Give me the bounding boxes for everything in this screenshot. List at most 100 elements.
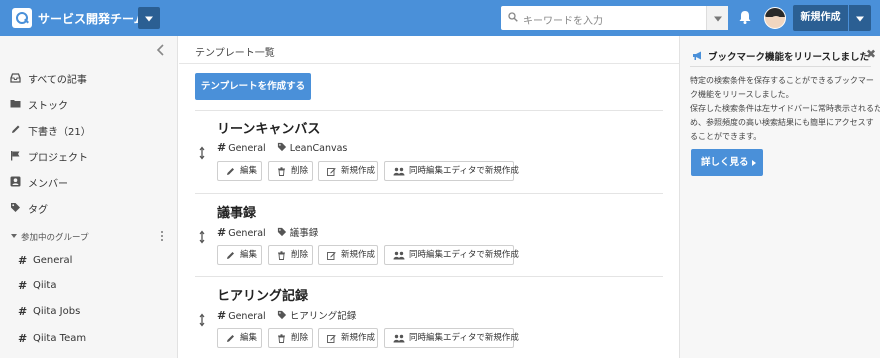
hash-icon: # (217, 141, 227, 154)
sidebar-group-qiita-team[interactable]: # Qiita Team (18, 332, 168, 348)
sidebar-item-tags[interactable]: タグ (10, 200, 170, 216)
pencil-icon (227, 252, 234, 259)
pencil-icon (227, 168, 234, 175)
announcement-panel: ブックマーク機能をリリースしました ✖ 特定の検索条件を保存することができるブッ… (679, 36, 880, 358)
notification-bell-icon[interactable] (737, 9, 753, 25)
template-meta: # General ヒアリング記録 (217, 308, 356, 322)
chevron-down-icon (145, 16, 153, 22)
group-section-header[interactable]: 参加中のグループ (10, 230, 170, 244)
collapse-sidebar-icon[interactable] (156, 44, 166, 56)
sidebar-group-qiita[interactable]: # Qiita (18, 279, 168, 295)
tag-icon (277, 227, 286, 237)
edit-button[interactable]: 編集 (217, 328, 262, 348)
announcement-body: 特定の検索条件を保存することができるブックマー ク機能をリリースしました。 保存… (690, 76, 880, 141)
trash-icon (278, 251, 285, 260)
drag-handle-icon[interactable] (198, 230, 206, 244)
template-title[interactable]: リーンキャンバス (217, 118, 320, 137)
sidebar-item-all-articles[interactable]: すべての記事 (10, 70, 170, 86)
template-meta: # General 議事録 (217, 225, 318, 239)
pencil-icon (12, 125, 20, 133)
template-meta: # General LeanCanvas (217, 141, 347, 155)
group-label: General (33, 255, 73, 266)
drag-handle-icon[interactable] (198, 313, 206, 327)
chevron-right-icon (752, 160, 756, 166)
sidebar-group-general[interactable]: # General (18, 254, 168, 270)
hash-icon: # (18, 279, 28, 292)
divider (690, 66, 871, 67)
more-vertical-icon[interactable] (160, 230, 164, 242)
search-input[interactable]: キーワードを入力 (501, 6, 728, 30)
hash-icon: # (18, 254, 28, 267)
chevron-down-icon (713, 16, 722, 22)
tag-icon (277, 310, 286, 320)
divider (195, 110, 663, 111)
new-from-template-button[interactable]: 新規作成 (318, 161, 378, 181)
create-template-button[interactable]: テンプレートを作成する (195, 73, 311, 100)
group-section-label: 参加中のグループ (21, 233, 89, 243)
template-tag[interactable]: ヒアリング記録 (290, 311, 357, 322)
group-label: Qiita Team (33, 333, 87, 344)
trash-icon (278, 167, 285, 176)
tag-icon (277, 142, 286, 152)
sidebar-item-stock[interactable]: ストック (10, 96, 170, 112)
trash-icon (278, 334, 285, 343)
divider (195, 276, 663, 277)
edit-square-icon (327, 335, 336, 343)
edit-button[interactable]: 編集 (217, 161, 262, 181)
page-title: テンプレート一覧 (195, 48, 275, 59)
chevron-down-icon (856, 16, 864, 22)
sidebar-item-drafts[interactable]: 下書き（21） (10, 122, 170, 138)
template-row: リーンキャンバス # General LeanCanvas 編集 削除 新規作成 … (195, 112, 665, 188)
sidebar: すべての記事 ストック 下書き（21） プロジェクト メンバー タグ 参加中のグ… (0, 36, 178, 358)
edit-button[interactable]: 編集 (217, 245, 262, 265)
users-icon (393, 334, 405, 343)
coedit-new-button[interactable]: 同時編集エディタで新規作成 (384, 328, 519, 348)
sidebar-item-label: メンバー (28, 179, 68, 190)
pencil-icon (227, 335, 234, 342)
tag-icon (11, 203, 20, 212)
template-group[interactable]: General (228, 228, 265, 239)
search-options-button[interactable] (706, 6, 728, 30)
template-group[interactable]: General (228, 311, 265, 322)
new-article-button[interactable]: 新規作成 (793, 5, 848, 31)
user-avatar[interactable] (764, 7, 786, 29)
template-tag[interactable]: LeanCanvas (290, 143, 348, 154)
template-title[interactable]: 議事録 (217, 202, 256, 221)
template-group[interactable]: General (228, 143, 265, 154)
template-title[interactable]: ヒアリング記録 (217, 285, 308, 304)
drag-handle-icon[interactable] (198, 146, 206, 160)
learn-more-button[interactable]: 詳しく見る (691, 149, 763, 176)
team-logo-icon[interactable] (12, 8, 32, 28)
users-icon (393, 167, 405, 176)
delete-button[interactable]: 削除 (268, 161, 313, 181)
sidebar-item-members[interactable]: メンバー (10, 174, 170, 190)
sidebar-item-label: 下書き（21） (28, 127, 91, 138)
divider (195, 193, 663, 194)
template-row: 議事録 # General 議事録 編集 削除 新規作成 同時編集エディタで新規作… (195, 196, 665, 272)
new-from-template-button[interactable]: 新規作成 (318, 245, 378, 265)
coedit-new-button[interactable]: 同時編集エディタで新規作成 (384, 161, 519, 181)
close-icon[interactable]: ✖ (866, 48, 876, 60)
new-from-template-button[interactable]: 新規作成 (318, 328, 378, 348)
member-icon (10, 176, 21, 187)
coedit-new-button[interactable]: 同時編集エディタで新規作成 (384, 245, 519, 265)
search-placeholder: キーワードを入力 (523, 16, 603, 27)
delete-button[interactable]: 削除 (268, 328, 313, 348)
sidebar-item-projects[interactable]: プロジェクト (10, 148, 170, 164)
team-name[interactable]: サービス開発チーム (38, 10, 146, 27)
divider (179, 63, 679, 64)
edit-square-icon (327, 168, 336, 176)
sidebar-group-qiita-jobs[interactable]: # Qiita Jobs (18, 305, 168, 321)
delete-button[interactable]: 削除 (268, 245, 313, 265)
template-tag[interactable]: 議事録 (290, 228, 319, 239)
sidebar-item-label: プロジェクト (28, 153, 88, 164)
team-dropdown-button[interactable] (138, 7, 160, 29)
hash-icon: # (217, 226, 227, 239)
chevron-down-icon (11, 234, 17, 238)
users-icon (393, 251, 405, 260)
sidebar-item-label: タグ (28, 205, 48, 216)
header-bar: サービス開発チーム キーワードを入力 新規作成 (0, 0, 880, 36)
megaphone-icon (693, 51, 701, 60)
new-article-dropdown-button[interactable] (849, 5, 871, 31)
announcement-title: ブックマーク機能をリリースしました (708, 52, 870, 63)
